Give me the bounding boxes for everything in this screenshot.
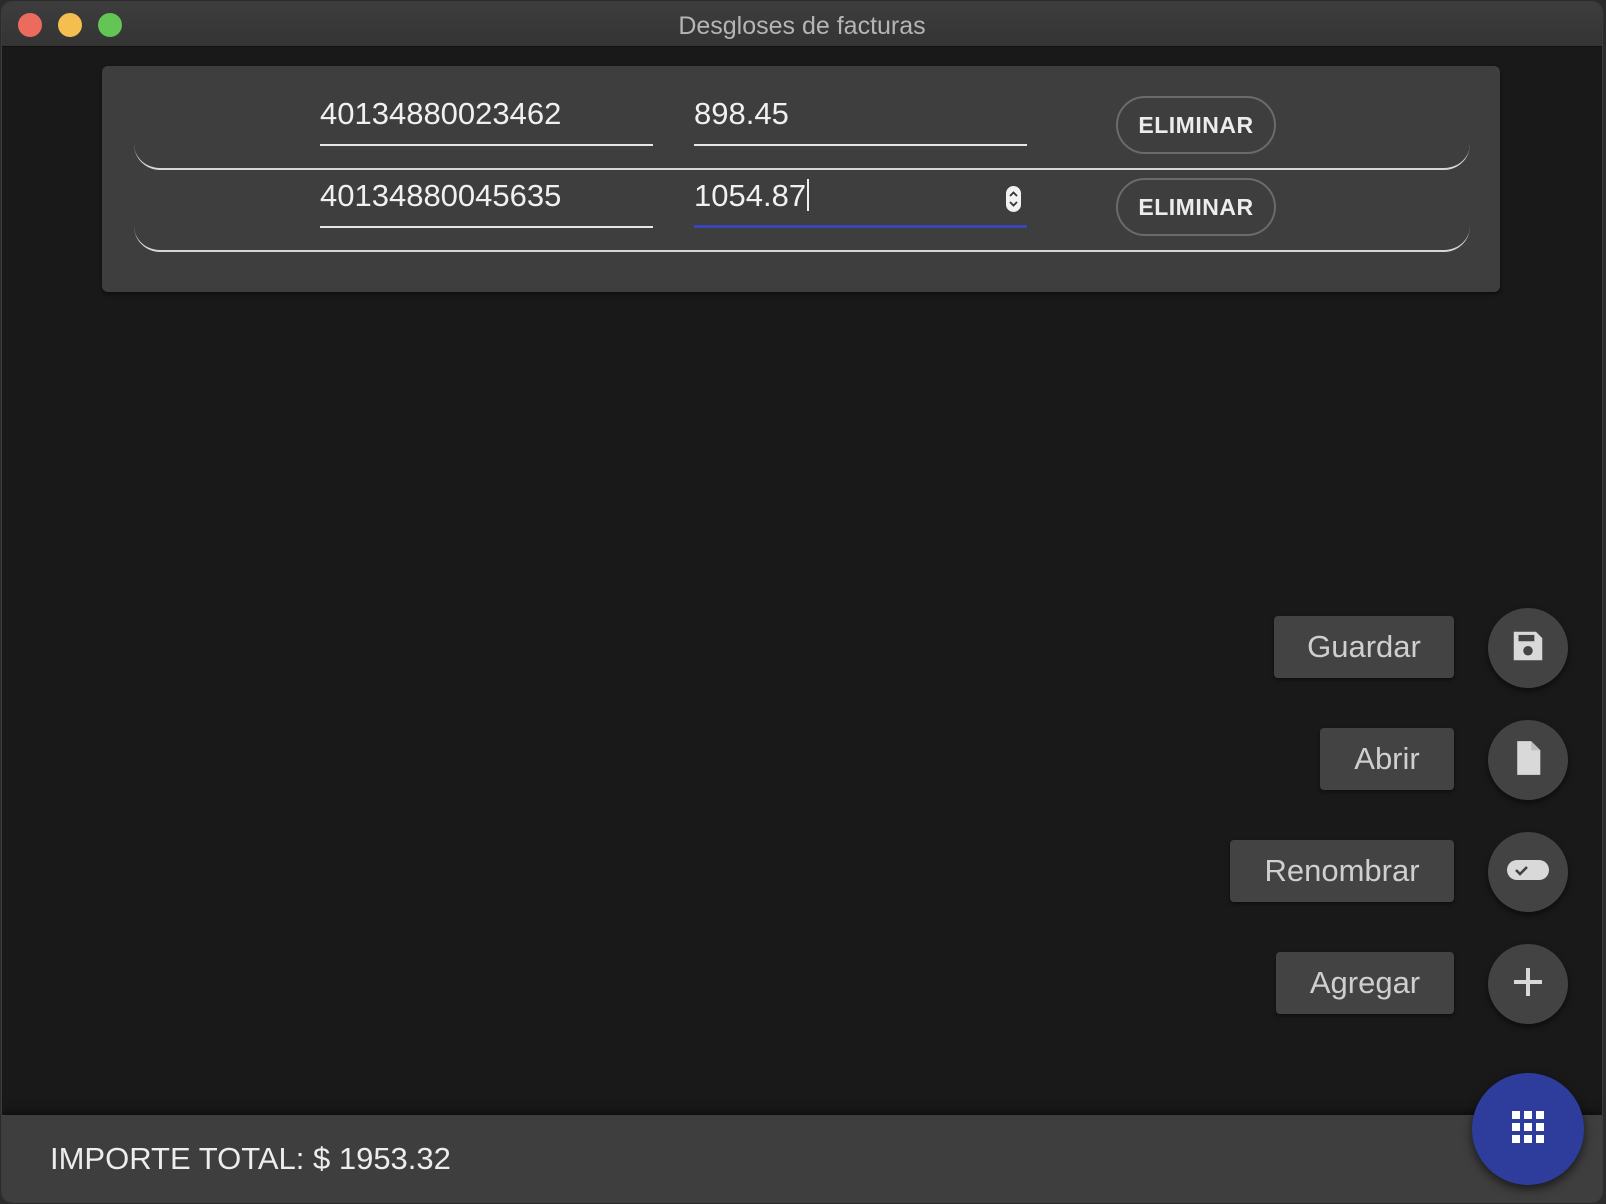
rename-button[interactable] (1488, 832, 1568, 912)
invoice-amount-field[interactable]: 898.45 (694, 90, 1027, 146)
rename-icon (1506, 858, 1550, 887)
invoice-amount-value: 898.45 (694, 96, 789, 131)
invoice-code-field[interactable]: 40134880045635 (320, 172, 653, 228)
save-icon (1509, 627, 1547, 670)
invoice-list-card: 40134880023462 898.45 ELIMINAR 401348800… (102, 66, 1500, 292)
open-action-label[interactable]: Abrir (1320, 728, 1454, 790)
window-title: Desgloses de facturas (678, 12, 926, 40)
footer-bar: IMPORTE TOTAL: $ 1953.32 (2, 1115, 1602, 1202)
open-button[interactable] (1488, 720, 1568, 800)
rename-action-label[interactable]: Renombrar (1230, 840, 1454, 902)
save-button[interactable] (1488, 608, 1568, 688)
app-window: Desgloses de facturas 40134880023462 898… (2, 2, 1602, 1202)
add-button[interactable] (1488, 944, 1568, 1024)
delete-row-button[interactable]: ELIMINAR (1116, 178, 1276, 236)
plus-icon (1510, 964, 1546, 1005)
invoice-amount-field-focused[interactable]: 1054.87 (694, 172, 1027, 228)
invoice-amount-value: 1054.87 (694, 178, 807, 213)
invoice-row: 40134880045635 1054.87 ELIMINAR (134, 172, 1470, 252)
delete-row-button[interactable]: ELIMINAR (1116, 96, 1276, 154)
title-bar: Desgloses de facturas (2, 2, 1602, 47)
invoice-code-value: 40134880045635 (320, 178, 562, 213)
file-icon (1509, 738, 1547, 783)
save-action-label[interactable]: Guardar (1274, 616, 1454, 678)
total-amount: IMPORTE TOTAL: $ 1953.32 (50, 1141, 451, 1176)
invoice-row: 40134880023462 898.45 ELIMINAR (134, 90, 1470, 170)
invoice-code-value: 40134880023462 (320, 96, 562, 131)
speed-dial-fab[interactable] (1472, 1073, 1584, 1185)
grid-icon (1510, 1109, 1546, 1150)
number-spinner-icon[interactable] (1006, 186, 1021, 212)
add-action-label[interactable]: Agregar (1276, 952, 1454, 1014)
text-caret (807, 179, 810, 211)
invoice-amount-value-wrap: 1054.87 (694, 178, 810, 214)
invoice-code-field[interactable]: 40134880023462 (320, 90, 653, 146)
